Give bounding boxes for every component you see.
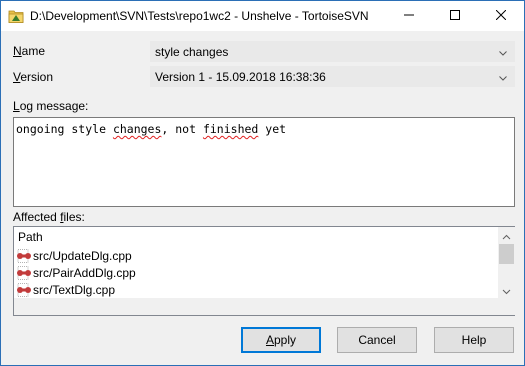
version-label-rest: ersion	[20, 70, 54, 84]
column-header-path[interactable]: Path	[18, 230, 43, 244]
unshelve-dialog: D:\Development\SVN\Tests\repo1wc2 - Unsh…	[0, 0, 525, 366]
file-path: src/TextDlg.cpp	[33, 282, 116, 297]
cancel-button[interactable]: Cancel	[337, 327, 417, 353]
modified-file-icon	[16, 265, 32, 280]
version-label: Version	[13, 70, 53, 84]
log-text-misspelled: changes	[112, 122, 162, 136]
list-item[interactable]: src/TextDlg.cpp	[16, 281, 496, 298]
apply-button[interactable]: Apply	[241, 327, 321, 353]
minimize-icon	[404, 9, 414, 23]
list-item[interactable]: src/UpdateDlg.cpp	[16, 247, 496, 264]
file-path: src/UpdateDlg.cpp	[33, 248, 132, 263]
tortoisesvn-app-icon	[8, 8, 24, 24]
help-button[interactable]: Help	[434, 327, 514, 353]
log-message-label: Log message:	[13, 99, 88, 113]
log-text-part: ongoing style	[16, 122, 113, 136]
window-title: D:\Development\SVN\Tests\repo1wc2 - Unsh…	[30, 9, 369, 23]
name-dropdown[interactable]: style changes	[150, 41, 515, 62]
affected-label-prefix: Affected	[13, 210, 61, 224]
scroll-up-arrow-icon[interactable]	[502, 231, 511, 240]
name-dropdown-value: style changes	[155, 44, 229, 59]
vertical-scrollbar[interactable]	[498, 227, 515, 298]
maximize-button[interactable]	[432, 1, 478, 31]
horizontal-scrollbar[interactable]	[14, 298, 515, 315]
affected-label-rest: iles:	[63, 210, 85, 224]
scrollbar-thumb[interactable]	[499, 244, 514, 264]
chevron-down-icon	[498, 47, 508, 57]
apply-rest: pply	[274, 333, 297, 347]
title-bar[interactable]: D:\Development\SVN\Tests\repo1wc2 - Unsh…	[1, 1, 524, 31]
log-text-misspelled: finished	[202, 122, 259, 136]
close-button[interactable]	[478, 1, 524, 31]
maximize-icon	[450, 9, 460, 23]
affected-files-label: Affected files:	[13, 210, 85, 224]
log-message-textarea[interactable]: ongoing style changes, not finished yet	[13, 117, 515, 207]
version-dropdown[interactable]: Version 1 - 15.09.2018 16:38:36	[150, 66, 515, 87]
apply-accel: A	[265, 333, 274, 347]
name-label: Name	[13, 44, 45, 58]
minimize-button[interactable]	[386, 1, 432, 31]
name-label-rest: ame	[21, 44, 46, 58]
log-label-accel: L	[13, 99, 20, 113]
close-icon	[495, 9, 507, 23]
name-label-accel: N	[13, 44, 22, 58]
affected-files-list[interactable]: Path src/UpdateDlg.cpp src/PairAddDlg.cp…	[13, 226, 515, 316]
chevron-down-icon	[498, 72, 508, 82]
version-dropdown-value: Version 1 - 15.09.2018 16:38:36	[155, 69, 326, 84]
scroll-down-arrow-icon[interactable]	[502, 285, 511, 295]
log-text-part: yet	[258, 122, 287, 136]
file-path: src/PairAddDlg.cpp	[33, 265, 136, 280]
modified-file-icon	[16, 248, 32, 263]
modified-file-icon	[16, 282, 32, 297]
list-item[interactable]: src/PairAddDlg.cpp	[16, 264, 496, 281]
log-text-part: , not	[161, 122, 203, 136]
log-label-rest: og message:	[19, 99, 89, 113]
